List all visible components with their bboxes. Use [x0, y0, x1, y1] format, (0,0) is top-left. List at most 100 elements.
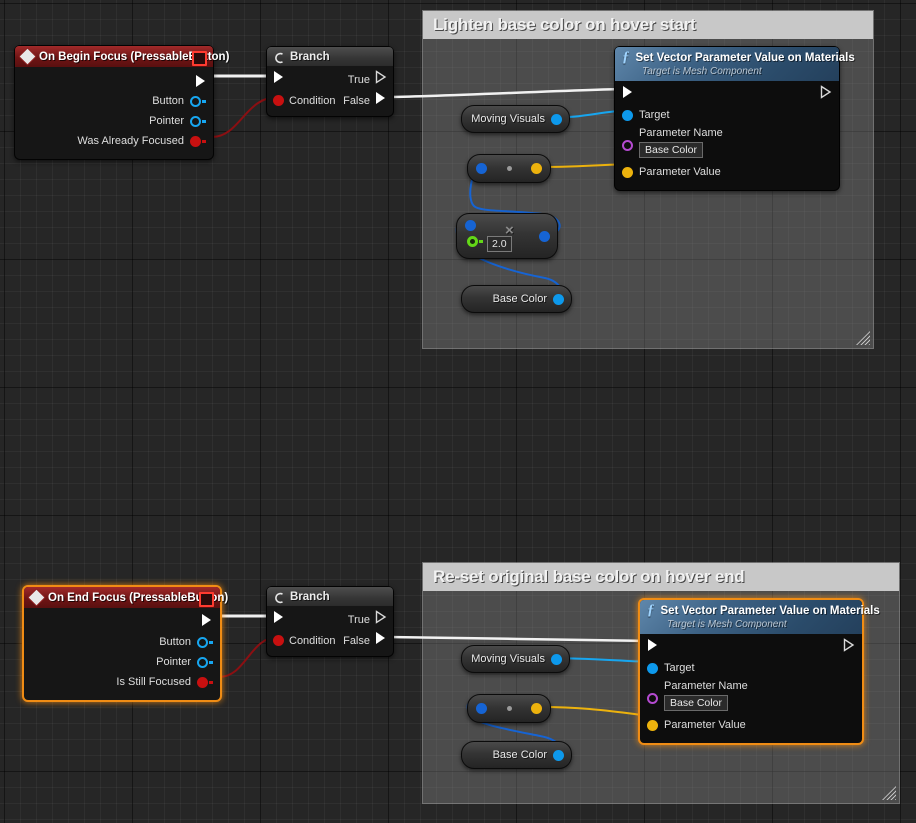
function-pin-parameter-name[interactable]: Parameter Name Base Color — [615, 125, 839, 158]
comment-header[interactable]: Lighten base color on hover start — [423, 11, 873, 39]
comment-header[interactable]: Re-set original base color on hover end — [423, 563, 899, 591]
variable-label: Base Color — [493, 749, 547, 761]
function-node-body: Target Parameter Name Base Color Paramet… — [615, 81, 839, 190]
exec-out-icon[interactable] — [375, 70, 387, 89]
color-pin-icon[interactable] — [531, 163, 542, 174]
name-pin-icon[interactable] — [647, 693, 658, 704]
object-ref-pin-icon[interactable] — [190, 116, 201, 127]
pin-label-condition: Condition — [289, 95, 335, 107]
color-pin-icon[interactable] — [647, 720, 658, 731]
comment-title: Re-set original base color on hover end — [433, 567, 745, 587]
boolean-pin-icon[interactable] — [197, 677, 208, 688]
comment-resize-grip[interactable] — [856, 331, 870, 345]
event-pin-exec-out[interactable] — [24, 612, 220, 632]
object-ref-pin-icon[interactable] — [551, 114, 562, 125]
object-ref-pin-icon[interactable] — [197, 637, 208, 648]
object-ref-pin-icon[interactable] — [647, 663, 658, 674]
parameter-name-input[interactable]: Base Color — [664, 695, 728, 711]
struct-out-pin-icon[interactable] — [539, 231, 550, 242]
pin-label-parameter-value: Parameter Value — [639, 166, 721, 178]
compact-node-make-color-2[interactable] — [467, 694, 551, 723]
function-pin-parameter-name[interactable]: Parameter Name Base Color — [640, 678, 862, 711]
exec-in-icon[interactable] — [622, 85, 634, 104]
struct-pin-icon-a[interactable] — [465, 220, 476, 231]
event-node-header[interactable]: On Begin Focus (PressableButton) — [15, 46, 213, 67]
branch-node-body: True Condition False — [267, 66, 393, 116]
variable-get-moving-visuals-1[interactable]: Moving Visuals — [461, 105, 570, 133]
pin-label-button: Button — [152, 95, 184, 107]
exec-out-icon[interactable] — [375, 610, 387, 629]
exec-in-icon[interactable] — [273, 70, 285, 89]
event-pin-button[interactable]: Button — [24, 632, 220, 652]
function-node-header[interactable]: ƒ Set Vector Parameter Value on Material… — [615, 47, 839, 81]
object-ref-pin-icon[interactable] — [197, 657, 208, 668]
float-pin-icon[interactable] — [467, 236, 478, 247]
color-pin-icon[interactable] — [622, 167, 633, 178]
pin-label-is-still-focused: Is Still Focused — [116, 676, 191, 688]
blueprint-graph-canvas[interactable]: Lighten base color on hover start Re-set… — [0, 0, 916, 823]
object-ref-pin-icon[interactable] — [622, 110, 633, 121]
function-pin-target[interactable]: Target — [615, 105, 839, 125]
branch-node-hover-end[interactable]: Branch True Condition — [266, 586, 394, 657]
pin-nub-icon — [209, 641, 213, 644]
event-pin-exec-out[interactable] — [15, 71, 213, 91]
function-node-set-vector-param-1[interactable]: ƒ Set Vector Parameter Value on Material… — [614, 46, 840, 191]
function-node-title: Set Vector Parameter Value on Materials — [636, 52, 855, 64]
object-ref-pin-icon[interactable] — [551, 654, 562, 665]
branch-node-header[interactable]: Branch — [267, 47, 393, 66]
variable-get-base-color-1[interactable]: Base Color — [461, 285, 572, 313]
function-exec-row — [640, 637, 862, 658]
event-node-on-end-focus[interactable]: On End Focus (PressableButton) Button Po… — [22, 585, 222, 702]
event-node-on-begin-focus[interactable]: On Begin Focus (PressableButton) Button … — [14, 45, 214, 160]
exec-in-icon[interactable] — [273, 610, 285, 629]
compact-node-make-color-1[interactable] — [467, 154, 551, 183]
compact-node-multiply-1[interactable]: × 2.0 — [456, 213, 558, 259]
boolean-pin-icon[interactable] — [273, 95, 284, 106]
exec-in-icon[interactable] — [647, 638, 659, 657]
event-pin-pointer[interactable]: Pointer — [24, 652, 220, 672]
function-node-set-vector-param-2[interactable]: ƒ Set Vector Parameter Value on Material… — [638, 598, 864, 745]
branch-icon — [273, 591, 285, 603]
object-ref-pin-icon[interactable] — [190, 96, 201, 107]
exec-out-icon[interactable] — [195, 74, 206, 88]
name-pin-icon[interactable] — [622, 140, 633, 151]
variable-label: Moving Visuals — [471, 113, 545, 125]
pin-label-target: Target — [664, 662, 695, 674]
exec-out-icon[interactable] — [201, 613, 213, 632]
parameter-name-input[interactable]: Base Color — [639, 142, 703, 158]
struct-pin-icon[interactable] — [553, 294, 564, 305]
exec-out-icon[interactable] — [820, 85, 832, 104]
event-pin-was-already-focused[interactable]: Was Already Focused — [15, 131, 213, 151]
event-pin-pointer[interactable]: Pointer — [15, 111, 213, 131]
event-badge-icon — [192, 51, 207, 66]
exec-out-icon[interactable] — [375, 631, 387, 650]
branch-row-exec-true: True — [267, 69, 393, 90]
struct-pin-icon[interactable] — [476, 703, 487, 714]
branch-row-condition-false: Condition False — [267, 90, 393, 111]
color-pin-icon[interactable] — [531, 703, 542, 714]
pin-label-target: Target — [639, 109, 670, 121]
boolean-pin-icon[interactable] — [273, 635, 284, 646]
struct-pin-icon[interactable] — [553, 750, 564, 761]
branch-node-hover-start[interactable]: Branch True Condition — [266, 46, 394, 117]
branch-node-header[interactable]: Branch — [267, 587, 393, 606]
exec-out-icon[interactable] — [375, 91, 387, 110]
event-node-header[interactable]: On End Focus (PressableButton) — [24, 587, 220, 608]
function-node-header[interactable]: ƒ Set Vector Parameter Value on Material… — [640, 600, 862, 634]
struct-pin-icon[interactable] — [476, 163, 487, 174]
variable-get-base-color-2[interactable]: Base Color — [461, 741, 572, 769]
boolean-pin-icon[interactable] — [190, 136, 201, 147]
pin-nub-icon — [209, 661, 213, 664]
branch-node-body: True Condition False — [267, 606, 393, 656]
function-pin-parameter-value[interactable]: Parameter Value — [615, 162, 839, 182]
function-pin-target[interactable]: Target — [640, 658, 862, 678]
multiply-value-input[interactable]: 2.0 — [487, 236, 512, 252]
variable-get-moving-visuals-2[interactable]: Moving Visuals — [461, 645, 570, 673]
function-pin-parameter-value[interactable]: Parameter Value — [640, 715, 862, 735]
function-node-body: Target Parameter Name Base Color Paramet… — [640, 634, 862, 743]
exec-out-icon[interactable] — [843, 638, 855, 657]
event-pin-is-still-focused[interactable]: Is Still Focused — [24, 672, 220, 692]
event-pin-button[interactable]: Button — [15, 91, 213, 111]
event-node-body: Button Pointer Is Still Focused — [24, 608, 220, 700]
comment-resize-grip[interactable] — [882, 786, 896, 800]
